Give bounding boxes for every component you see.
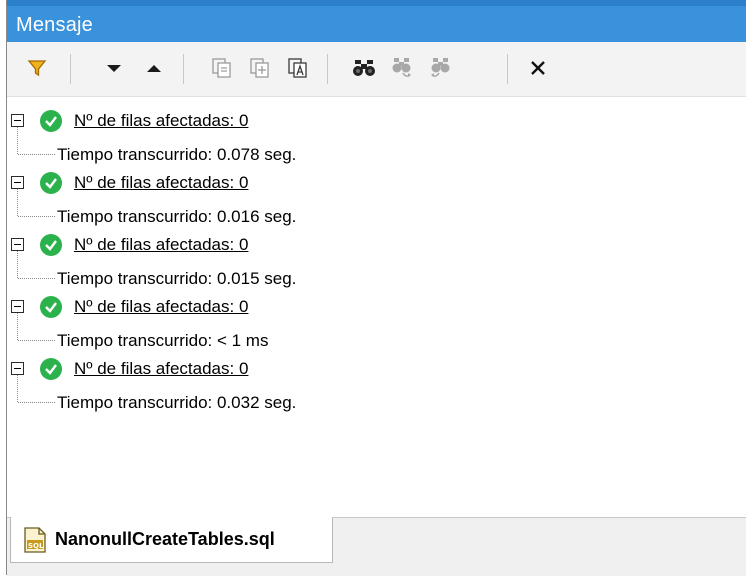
find-next-icon [392,58,411,77]
success-check-icon [40,110,62,132]
message-detail-row: Tiempo transcurrido: 0.015 seg. [7,265,746,295]
message-tree: Nº de filas afectadas: 0 Tiempo transcur… [7,97,746,517]
elapsed-time-text: Tiempo transcurrido: 0.016 seg. [57,207,297,226]
toolbar-separator [183,54,184,84]
previous-button[interactable] [139,53,169,83]
elapsed-time-text: Tiempo transcurrido: 0.015 seg. [57,269,297,288]
next-button[interactable] [99,53,129,83]
rows-affected-link[interactable]: Nº de filas afectadas: 0 [74,235,248,255]
collapse-toggle[interactable] [11,176,24,189]
copy-all-button[interactable] [283,53,313,83]
rows-affected-link[interactable]: Nº de filas afectadas: 0 [74,111,248,131]
toolbar-separator [327,54,328,84]
success-check-icon [40,172,62,194]
tab-nanonull-create-tables[interactable]: SQL NanonullCreateTables.sql [10,517,333,563]
elapsed-time-text: Tiempo transcurrido: < 1 ms [57,331,269,350]
find-button[interactable] [349,53,379,83]
tab-label: NanonullCreateTables.sql [55,529,275,549]
elapsed-time-text: Tiempo transcurrido: 0.078 seg. [57,145,297,164]
message-window: Mensaje Nº de filas afectadas: 0 Tiempo … [6,0,746,576]
rows-affected-link[interactable]: Nº de filas afectadas: 0 [74,359,248,379]
message-row[interactable]: Nº de filas afectadas: 0 [7,169,746,199]
window-titlebar: Mensaje [7,0,746,42]
collapse-toggle[interactable] [11,238,24,251]
find-previous-button[interactable] [425,53,455,83]
toolbar-separator [507,54,508,84]
message-row[interactable]: Nº de filas afectadas: 0 [7,293,746,323]
find-next-button[interactable] [387,53,417,83]
success-check-icon [40,234,62,256]
message-row[interactable]: Nº de filas afectadas: 0 [7,355,746,385]
filter-button[interactable] [22,53,52,83]
message-row[interactable]: Nº de filas afectadas: 0 [7,107,746,137]
rows-affected-link[interactable]: Nº de filas afectadas: 0 [74,173,248,193]
copy-selected-button[interactable] [207,53,237,83]
find-previous-icon [431,58,450,77]
message-detail-row: Tiempo transcurrido: 0.032 seg. [7,389,746,419]
clear-icon [531,61,545,75]
copy-selected-icon [212,58,231,78]
elapsed-time-text: Tiempo transcurrido: 0.032 seg. [57,393,297,412]
next-down-icon [107,65,121,72]
success-check-icon [40,358,62,380]
window-title: Mensaje [16,14,93,36]
rows-affected-link[interactable]: Nº de filas afectadas: 0 [74,297,248,317]
toolbar-separator [70,54,71,84]
collapse-toggle[interactable] [11,300,24,313]
collapse-toggle[interactable] [11,114,24,127]
message-detail-row: Tiempo transcurrido: 0.016 seg. [7,203,746,233]
document-tabstrip: SQL NanonullCreateTables.sql [7,517,746,576]
copy-with-children-icon [250,58,269,78]
previous-up-icon [147,65,161,72]
message-detail-row: Tiempo transcurrido: < 1 ms [7,327,746,357]
find-icon [353,60,375,76]
clear-button[interactable] [523,53,553,83]
message-detail-row: Tiempo transcurrido: 0.078 seg. [7,141,746,171]
success-check-icon [40,296,62,318]
copy-all-icon [288,58,307,78]
sql-file-icon: SQL [21,526,49,559]
filter-icon [27,60,47,77]
message-row[interactable]: Nº de filas afectadas: 0 [7,231,746,261]
message-toolbar [7,42,746,97]
collapse-toggle[interactable] [11,362,24,375]
copy-with-children-button[interactable] [245,53,275,83]
svg-text:SQL: SQL [28,542,44,550]
